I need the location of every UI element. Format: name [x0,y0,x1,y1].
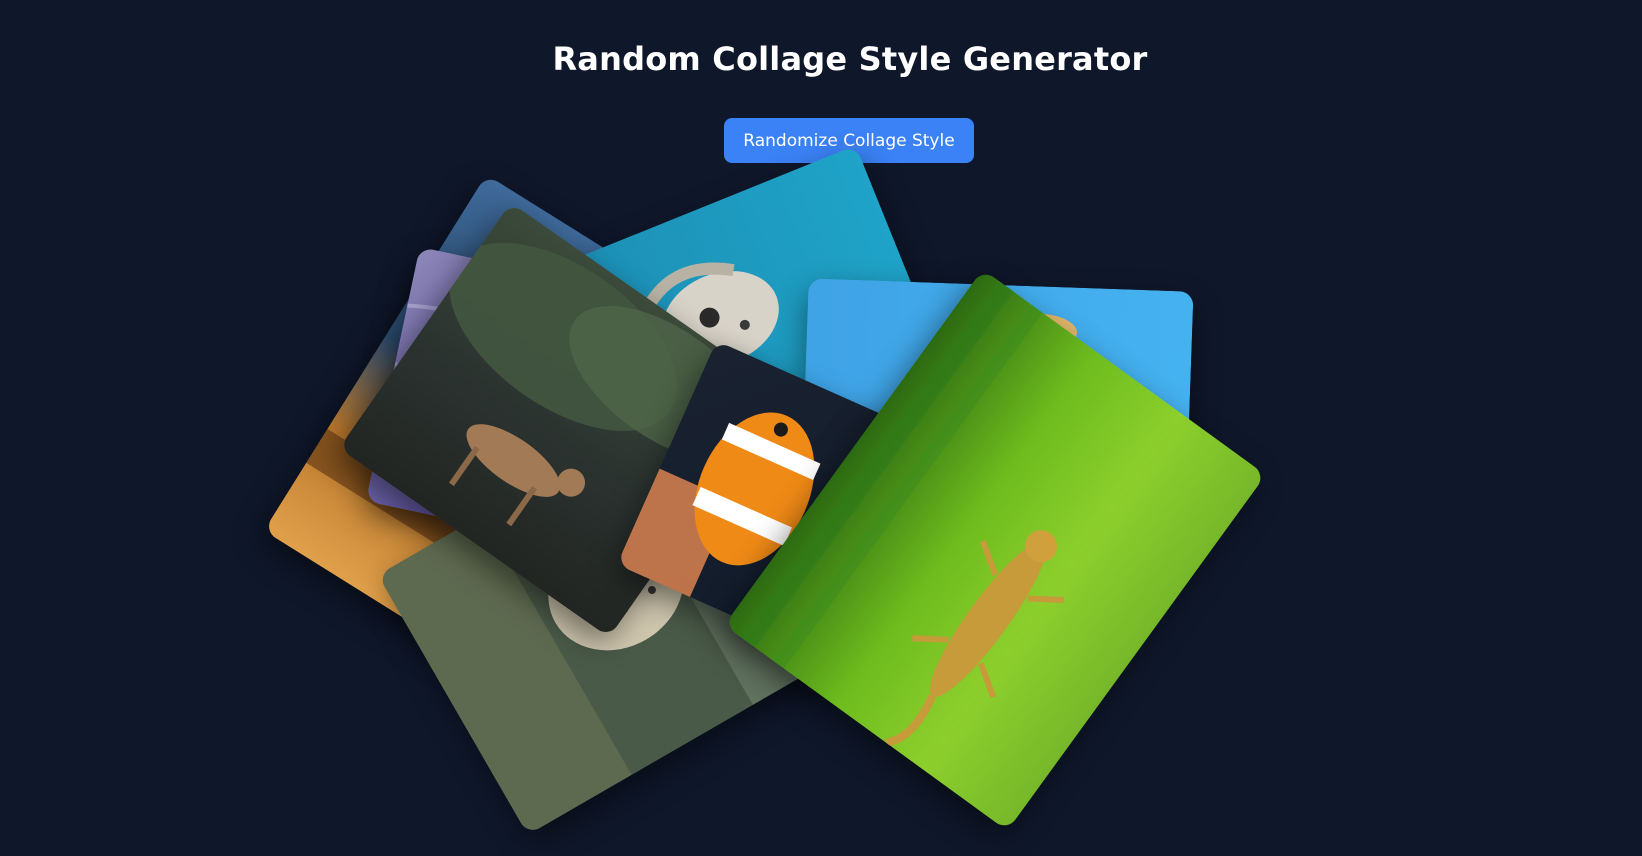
collage-area [0,0,1642,856]
page: Random Collage Style Generator Randomize… [0,0,1642,856]
